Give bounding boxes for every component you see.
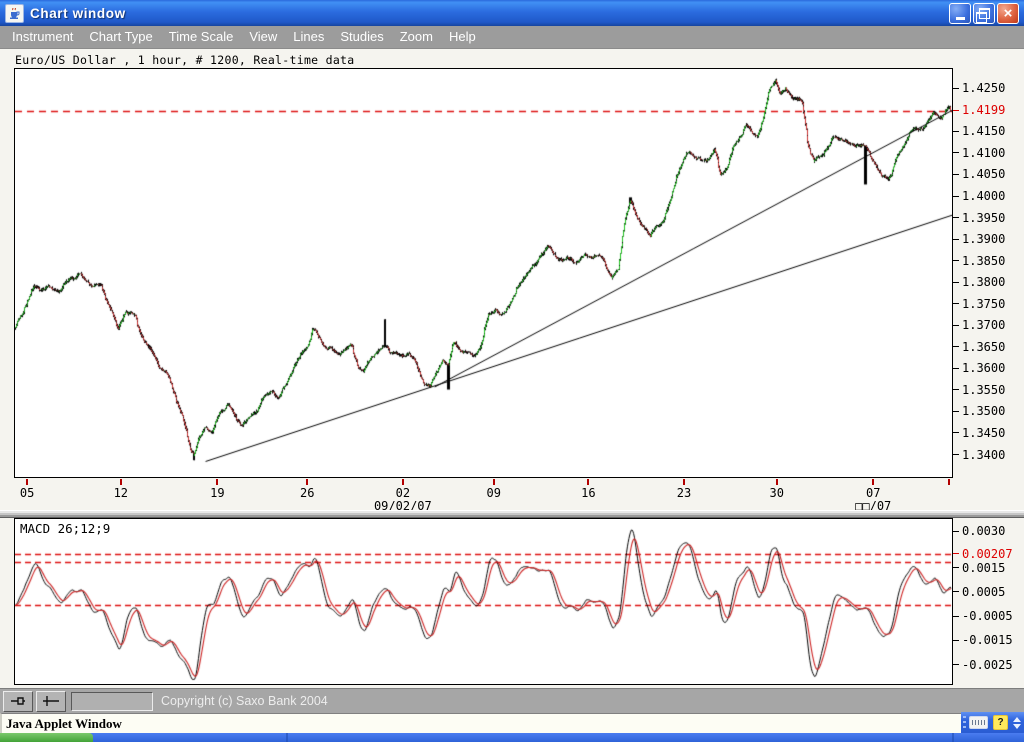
- crosshair-icon: [42, 695, 60, 707]
- keyboard-icon[interactable]: [969, 716, 988, 729]
- time-tick-label: 09: [487, 486, 501, 500]
- screen: { "window": { "title": "Chart window" },…: [0, 0, 1024, 742]
- time-tick-label: 26: [300, 486, 314, 500]
- axis-tick-label: 1.4150: [953, 125, 1005, 138]
- current-value-label: 0.00207: [953, 547, 1013, 560]
- time-axis: 051219260209/02/070916233007□□/07: [14, 478, 953, 511]
- time-tick-label: 30: [769, 486, 783, 500]
- menu-item-time-scale[interactable]: Time Scale: [161, 26, 242, 48]
- axis-tick-label: 1.4050: [953, 168, 1005, 181]
- macd-plot[interactable]: MACD 26;12;9: [14, 518, 953, 685]
- axis-tick-label: 1.3650: [953, 340, 1005, 353]
- taskbar[interactable]: [0, 733, 1024, 742]
- axis-tick-label: -0.0005: [953, 610, 1013, 623]
- axis-tick-label: 1.4100: [953, 146, 1005, 159]
- time-tick-mark: [216, 479, 218, 485]
- axis-tick-label: 0.0030: [953, 525, 1005, 538]
- axis-tick-label: 1.3700: [953, 319, 1005, 332]
- time-tick-label: 16: [581, 486, 595, 500]
- maximize-button[interactable]: [973, 3, 995, 24]
- start-button[interactable]: [0, 733, 93, 742]
- menu-item-lines[interactable]: Lines: [285, 26, 332, 48]
- java-applet-banner: Java Applet Window: [0, 713, 961, 733]
- status-toolbar: Copyright (c) Saxo Bank 2004: [0, 688, 1024, 713]
- taskbar-separator: [286, 733, 288, 742]
- java-coffee-cup-icon: [5, 4, 24, 23]
- axis-tick-label: 1.4250: [953, 82, 1005, 95]
- time-tick-mark: [948, 479, 950, 485]
- menu-bar: InstrumentChart TypeTime ScaleViewLinesS…: [0, 26, 1024, 49]
- crosshair-button[interactable]: [36, 691, 66, 712]
- system-tray: ?: [961, 712, 1024, 733]
- time-tick-label: 23: [677, 486, 691, 500]
- axis-tick-label: 0.0005: [953, 585, 1005, 598]
- menu-item-view[interactable]: View: [241, 26, 285, 48]
- time-tick-mark: [120, 479, 122, 485]
- axis-tick-label: 1.3450: [953, 426, 1005, 439]
- time-tick-label: 07: [866, 486, 880, 500]
- macd-study-label: MACD 26;12;9: [20, 521, 110, 536]
- time-tick-label: 19: [210, 486, 224, 500]
- time-tick-mark: [493, 479, 495, 485]
- time-tick-mark: [306, 479, 308, 485]
- restore-icon: [979, 8, 990, 19]
- time-tick-label: 12: [114, 486, 128, 500]
- java-applet-banner-text: Java Applet Window: [6, 716, 122, 732]
- price-chart-canvas[interactable]: [15, 69, 952, 477]
- help-icon[interactable]: ?: [993, 715, 1008, 730]
- close-icon: ×: [1004, 6, 1013, 21]
- menu-item-studies[interactable]: Studies: [332, 26, 391, 48]
- macd-canvas[interactable]: [15, 519, 952, 684]
- axis-tick-label: 0.0015: [953, 561, 1005, 574]
- time-tick-label: 05: [20, 486, 34, 500]
- time-tick-label: 02: [396, 486, 410, 500]
- axis-tick-label: 1.4000: [953, 190, 1005, 203]
- price-axis: 1.4250 1.4150 1.4100 1.4050 1.4000 1.3950 1.39…: [953, 68, 1023, 478]
- price-chart-plot[interactable]: [14, 68, 953, 478]
- menu-item-zoom[interactable]: Zoom: [392, 26, 441, 48]
- minimize-icon: [956, 17, 965, 20]
- axis-tick-label: -0.0015: [953, 634, 1013, 647]
- axis-tick-label: 1.3550: [953, 383, 1005, 396]
- copyright-text: Copyright (c) Saxo Bank 2004: [161, 694, 328, 708]
- taskbar-separator: [952, 733, 954, 742]
- time-tick-mark: [402, 479, 404, 485]
- time-tick-mark: [872, 479, 874, 485]
- axis-tick-label: 1.3900: [953, 233, 1005, 246]
- time-tick-mark: [26, 479, 28, 485]
- axis-tick-label: 1.3600: [953, 362, 1005, 375]
- time-tick-mark: [683, 479, 685, 485]
- time-tick-mark: [776, 479, 778, 485]
- axis-tick-label: 1.3750: [953, 297, 1005, 310]
- pin-icon: [10, 696, 26, 706]
- axis-tick-label: 1.3500: [953, 405, 1005, 418]
- axis-tick-label: 1.3950: [953, 211, 1005, 224]
- panel-splitter[interactable]: [0, 510, 1024, 518]
- show-hidden-arrows-icon[interactable]: [1013, 717, 1021, 729]
- chart-header: Euro/US Dollar , 1 hour, # 1200, Real-ti…: [15, 53, 355, 67]
- current-value-label: 1.4199: [953, 104, 1005, 117]
- menu-item-instrument[interactable]: Instrument: [4, 26, 81, 48]
- axis-tick-label: 1.3800: [953, 276, 1005, 289]
- menu-item-help[interactable]: Help: [441, 26, 484, 48]
- status-field[interactable]: [71, 692, 153, 711]
- tray-separator: [963, 716, 966, 730]
- window-title: Chart window: [30, 6, 126, 21]
- pin-button[interactable]: [3, 691, 33, 712]
- macd-axis: 0.0030 0.0015 0.0005 -0.0005 -0.0015 -0.0025 0…: [953, 518, 1023, 685]
- axis-tick-label: -0.0025: [953, 658, 1013, 671]
- minimize-button[interactable]: [949, 3, 971, 24]
- axis-tick-label: 1.3400: [953, 448, 1005, 461]
- close-button[interactable]: ×: [997, 3, 1019, 24]
- menu-item-chart-type[interactable]: Chart Type: [81, 26, 160, 48]
- title-bar[interactable]: Chart window ×: [0, 0, 1024, 26]
- time-tick-mark: [587, 479, 589, 485]
- axis-tick-label: 1.3850: [953, 254, 1005, 267]
